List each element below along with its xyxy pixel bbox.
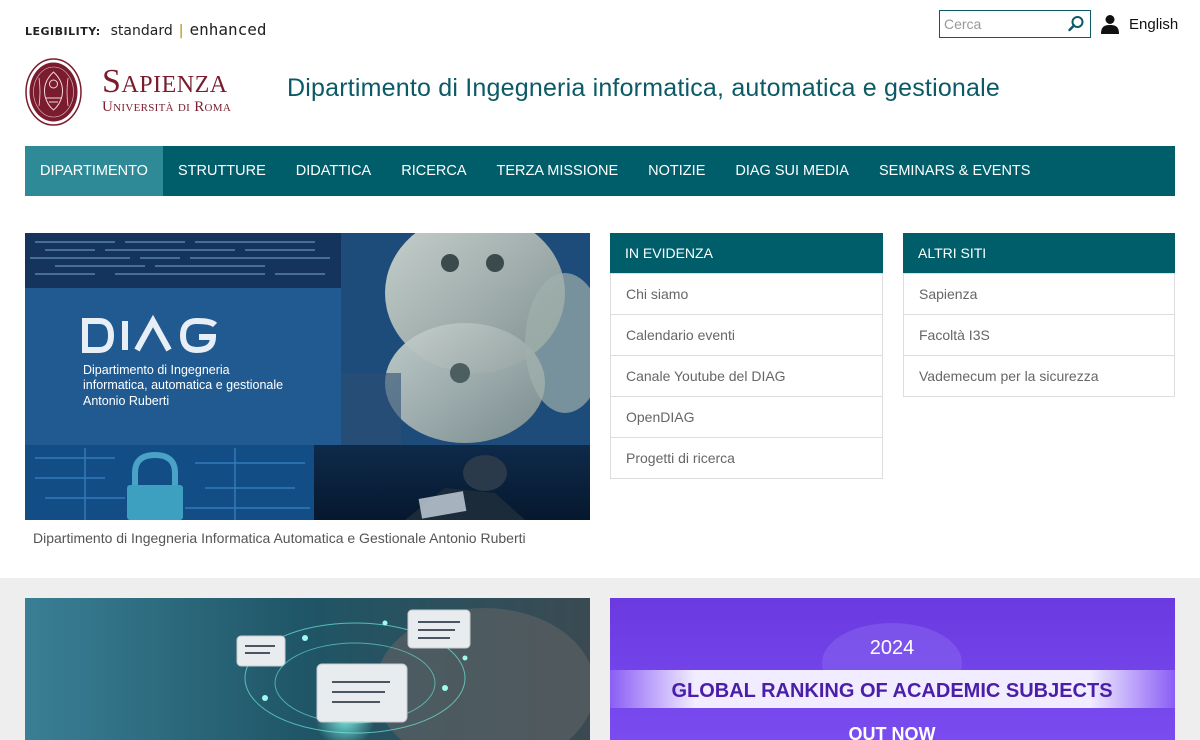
legibility-standard-link[interactable]: standard [111, 23, 173, 39]
hero-illustration: Dipartimento di Ingegneria informatica, … [25, 233, 590, 520]
legibility-label: LEGIBILITY: [25, 25, 101, 38]
link-facolta-i3s[interactable]: Facoltà I3S [904, 314, 1174, 355]
news-card-chat[interactable] [25, 598, 590, 740]
in-evidenza-box: IN EVIDENZA Chi siamo Calendario eventi … [610, 233, 883, 479]
link-opendiag[interactable]: OpenDIAG [611, 396, 882, 437]
legibility-separator: | [178, 23, 184, 39]
news-card-ranking[interactable]: 2024 GLOBAL RANKING OF ACADEMIC SUBJECTS… [610, 598, 1175, 740]
nav-seminars-events[interactable]: SEMINARS & EVENTS [864, 146, 1045, 196]
link-vademecum-sicurezza[interactable]: Vademecum per la sicurezza [904, 355, 1174, 396]
english-link[interactable]: English [1129, 16, 1178, 33]
legibility-enhanced-link[interactable]: enhanced [189, 20, 266, 39]
brand-wordmark[interactable]: Sapienza Università di Roma [102, 63, 232, 116]
nav-ricerca[interactable]: RICERCA [386, 146, 481, 196]
sapienza-seal-logo[interactable] [25, 58, 82, 126]
brand-name: Sapienza [102, 63, 228, 100]
search-box [939, 10, 1091, 38]
hero-image[interactable]: Dipartimento di Ingegneria informatica, … [25, 233, 590, 520]
nav-terza-missione[interactable]: TERZA MISSIONE [482, 146, 634, 196]
legibility-switcher: LEGIBILITY: standard | enhanced [25, 20, 267, 39]
page: LEGIBILITY: standard | enhanced English … [0, 0, 1200, 740]
altri-siti-title: ALTRI SITI [903, 233, 1175, 273]
ranking-title: GLOBAL RANKING OF ACADEMIC SUBJECTS [671, 680, 1112, 702]
nav-notizie[interactable]: NOTIZIE [633, 146, 720, 196]
nav-didattica[interactable]: DIDATTICA [281, 146, 386, 196]
chat-network-illustration [25, 598, 590, 740]
link-canale-youtube[interactable]: Canale Youtube del DIAG [611, 355, 882, 396]
ranking-banner: 2024 GLOBAL RANKING OF ACADEMIC SUBJECTS… [610, 598, 1175, 740]
search-input[interactable] [944, 16, 1064, 32]
nav-diag-sui-media[interactable]: DIAG SUI MEDIA [720, 146, 864, 196]
main-navigation: DIPARTIMENTO STRUTTURE DIDATTICA RICERCA… [25, 146, 1175, 196]
link-chi-siamo[interactable]: Chi siamo [611, 273, 882, 314]
ranking-out-now: OUT NOW [849, 724, 936, 740]
link-sapienza[interactable]: Sapienza [904, 273, 1174, 314]
ranking-year: 2024 [870, 637, 915, 659]
nav-dipartimento[interactable]: DIPARTIMENTO [25, 146, 163, 196]
search-icon[interactable] [1067, 15, 1085, 33]
in-evidenza-title: IN EVIDENZA [610, 233, 883, 273]
link-calendario-eventi[interactable]: Calendario eventi [611, 314, 882, 355]
link-progetti-di-ricerca[interactable]: Progetti di ricerca [611, 437, 882, 478]
nav-strutture[interactable]: STRUTTURE [163, 146, 281, 196]
hero-text-line1: Dipartimento di Ingegneria [83, 363, 230, 377]
hero-text-line3: Antonio Ruberti [83, 394, 169, 408]
page-title[interactable]: Dipartimento di Ingegneria informatica, … [287, 74, 1000, 103]
altri-siti-box: ALTRI SITI Sapienza Facoltà I3S Vademecu… [903, 233, 1175, 397]
user-icon[interactable] [1101, 14, 1119, 34]
brand-subtitle: Università di Roma [102, 99, 232, 115]
hero-caption: Dipartimento di Ingegneria Informatica A… [33, 530, 526, 546]
language-switcher[interactable]: English [1101, 14, 1178, 34]
hero-text-line2: informatica, automatica e gestionale [83, 378, 283, 392]
